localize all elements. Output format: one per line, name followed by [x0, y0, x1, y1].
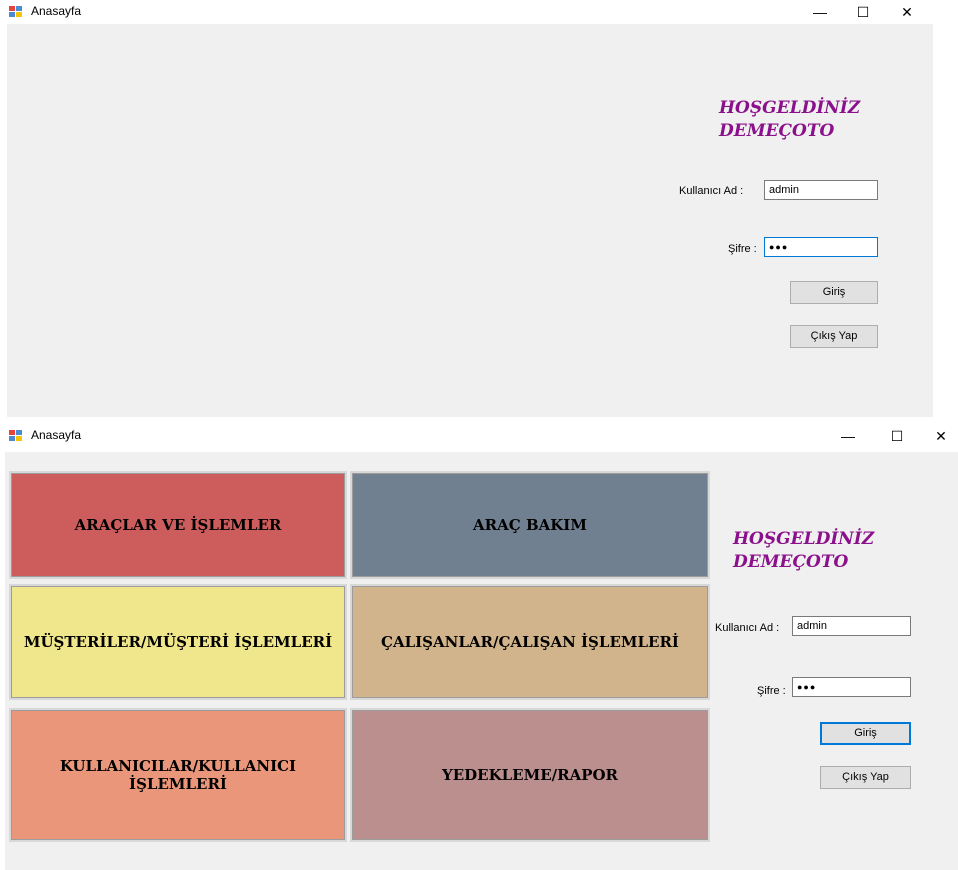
close-icon[interactable]: ✕ [918, 424, 958, 448]
tile-users-operations[interactable]: KULLANICILAR/KULLANICI İŞLEMLERİ [9, 708, 347, 842]
maximize-icon[interactable]: ☐ [840, 0, 886, 24]
password-label: Şifre : [728, 243, 757, 255]
maximize-icon[interactable]: ☐ [874, 424, 920, 448]
welcome-line-1: HOŞGELDİNİZ [733, 529, 875, 549]
exit-button[interactable]: Çıkış Yap [820, 766, 911, 789]
title-bar[interactable]: Anasayfa — ☐ ✕ [0, 424, 958, 448]
username-label: Kullanıcı Ad : [715, 622, 780, 634]
tile-vehicle-maintenance[interactable]: ARAÇ BAKIM [350, 471, 710, 579]
welcome-heading: HOŞGELDİNİZ DEMEÇOTO [733, 528, 874, 574]
title-bar[interactable]: Anasayfa — ☐ ✕ [0, 0, 940, 24]
form-client-area: ARAÇLAR VE İŞLEMLER ARAÇ BAKIM MÜŞTERİLE… [5, 452, 958, 870]
exit-button[interactable]: Çıkış Yap [790, 325, 878, 348]
welcome-heading: HOŞGELDİNİZ DEMEÇOTO [719, 97, 860, 143]
welcome-line-1: HOŞGELDİNİZ [719, 98, 861, 118]
tile-label: ARAÇLAR VE İŞLEMLER [74, 516, 282, 534]
tile-label: MÜŞTERİLER/MÜŞTERİ İŞLEMLERİ [23, 633, 333, 651]
app-icon [9, 430, 23, 442]
minimize-icon[interactable]: — [825, 424, 871, 448]
close-icon[interactable]: ✕ [884, 0, 930, 24]
login-button[interactable]: Giriş [790, 281, 878, 304]
form-client-area: HOŞGELDİNİZ DEMEÇOTO Kullanıcı Ad : admi… [7, 24, 933, 417]
tile-label: ARAÇ BAKIM [473, 516, 587, 534]
tile-vehicles-operations[interactable]: ARAÇLAR VE İŞLEMLER [9, 471, 347, 579]
main-window-expanded: Anasayfa — ☐ ✕ ARAÇLAR VE İŞLEMLER ARAÇ … [0, 424, 958, 870]
tile-customers-operations[interactable]: MÜŞTERİLER/MÜŞTERİ İŞLEMLERİ [9, 584, 347, 700]
welcome-line-2: DEMEÇOTO [719, 121, 835, 141]
window-title: Anasayfa [31, 428, 82, 442]
tile-employees-operations[interactable]: ÇALIŞANLAR/ÇALIŞAN İŞLEMLERİ [350, 584, 710, 700]
app-icon [9, 6, 23, 18]
username-input[interactable]: admin [792, 616, 911, 636]
login-button[interactable]: Giriş [820, 722, 911, 745]
tile-backup-report[interactable]: YEDEKLEME/RAPOR [350, 708, 710, 842]
minimize-icon[interactable]: — [797, 0, 843, 24]
password-input[interactable]: ●●● [764, 237, 878, 257]
window-title: Anasayfa [31, 4, 82, 18]
username-input[interactable]: admin [764, 180, 878, 200]
tile-label: KULLANICILAR/KULLANICI İŞLEMLERİ [59, 757, 297, 793]
password-input[interactable]: ●●● [792, 677, 911, 697]
tile-label: ÇALIŞANLAR/ÇALIŞAN İŞLEMLERİ [381, 633, 679, 651]
tile-label: YEDEKLEME/RAPOR [441, 766, 619, 784]
welcome-line-2: DEMEÇOTO [733, 552, 849, 572]
username-label: Kullanıcı Ad : [679, 185, 744, 197]
password-label: Şifre : [757, 685, 786, 697]
login-window-small: Anasayfa — ☐ ✕ HOŞGELDİNİZ DEMEÇOTO Kull… [0, 0, 940, 420]
